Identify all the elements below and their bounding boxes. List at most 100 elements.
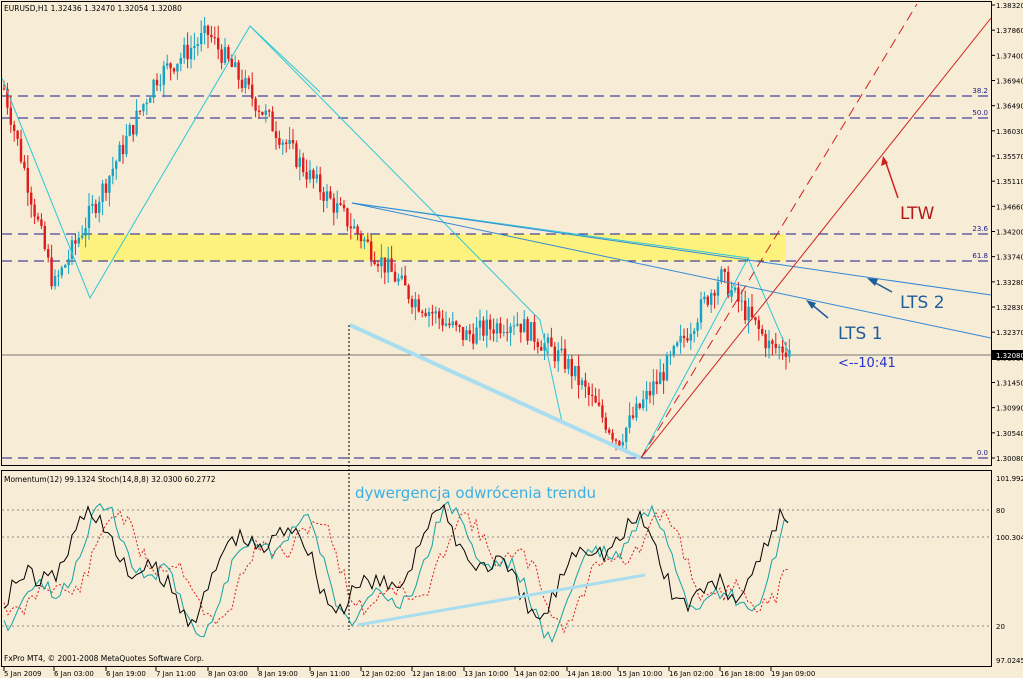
- price-axis-label: 1.30990: [996, 405, 1023, 413]
- price-axis-label: 1.34660: [996, 203, 1023, 211]
- lts1-label: LTS 1: [838, 324, 883, 344]
- candle-body: [557, 350, 560, 362]
- candle-body: [268, 110, 271, 112]
- candle-body: [679, 335, 682, 343]
- candle-body: [380, 257, 383, 267]
- candle-body: [240, 79, 244, 89]
- current-price-label: 1.32080: [996, 352, 1023, 360]
- candle-body: [81, 235, 84, 238]
- candle-body: [138, 110, 142, 112]
- candle-body: [200, 33, 203, 45]
- main-chart-title: EURUSD,H1 1.32436 1.32470 1.32054 1.3208…: [4, 4, 182, 13]
- candle-body: [662, 372, 665, 381]
- candle-body: [710, 292, 713, 305]
- candle-body: [308, 170, 312, 180]
- time-axis-label: 12 Jan 02:00: [361, 670, 405, 678]
- price-axis-label: 1.33740: [996, 254, 1023, 262]
- candle-body: [778, 346, 781, 348]
- candle-body: [227, 47, 230, 59]
- candle-body: [686, 338, 689, 341]
- candle-body: [407, 285, 410, 300]
- candle-body: [696, 322, 699, 331]
- candle-body: [533, 322, 536, 342]
- candle-body: [625, 427, 628, 443]
- candle-body: [417, 299, 420, 312]
- candle-body: [13, 124, 16, 131]
- candle-body: [149, 97, 152, 103]
- candle-body: [584, 380, 587, 387]
- candle-body: [757, 320, 760, 329]
- candle-body: [410, 299, 414, 308]
- candle-body: [563, 348, 567, 369]
- candle-body: [349, 226, 352, 229]
- candle-body: [393, 271, 397, 282]
- time-axis-label: 16 Jan 02:00: [669, 670, 713, 678]
- candle-body: [655, 381, 658, 385]
- candle-body: [121, 144, 125, 155]
- candle-body: [43, 225, 46, 250]
- candle-body: [278, 137, 281, 145]
- candle-body: [492, 329, 495, 334]
- candle-body: [87, 205, 91, 229]
- candle-body: [461, 327, 465, 340]
- time-axis-label: 8 Jan 19:00: [258, 670, 298, 678]
- candle-body: [434, 311, 437, 314]
- candle-body: [359, 233, 363, 242]
- candle-body: [74, 240, 77, 244]
- time-axis-label: 13 Jan 10:00: [464, 670, 508, 678]
- candle-body: [220, 49, 223, 63]
- candle-body: [621, 442, 624, 446]
- candle-body: [774, 343, 777, 348]
- price-axis-label: 1.33280: [996, 279, 1023, 287]
- candle-body: [322, 192, 325, 201]
- candle-body: [506, 332, 509, 334]
- candle-body: [332, 198, 335, 213]
- chart-canvas: 38.2 50.0 23.6 61.8 0.0 LTW LTS 2 LTS 1 …: [0, 0, 1023, 678]
- candle-body: [495, 323, 499, 334]
- candle-body: [346, 208, 349, 227]
- candle-body: [764, 333, 767, 349]
- candle-body: [427, 311, 431, 317]
- candle-body: [635, 403, 638, 418]
- price-axis-label: 1.38320: [996, 2, 1023, 10]
- candle-body: [703, 296, 706, 300]
- candle-body: [519, 323, 522, 333]
- candle-body: [247, 78, 250, 85]
- candle-body: [597, 402, 601, 406]
- candle-body: [672, 345, 675, 355]
- candle-body: [285, 142, 288, 144]
- candle-body: [693, 330, 696, 334]
- candle-body: [387, 258, 390, 273]
- candle-body: [118, 144, 121, 162]
- candle-body: [618, 440, 621, 446]
- candle-body: [580, 380, 584, 386]
- candle-body: [179, 57, 182, 64]
- candle-body: [441, 318, 444, 326]
- time-axis-label: 5 Jan 2009: [4, 670, 42, 678]
- candle-body: [754, 317, 757, 321]
- candle-body: [489, 319, 492, 330]
- candle-body: [574, 365, 577, 377]
- candle-body: [84, 228, 87, 236]
- price-axis-label: 1.36490: [996, 103, 1023, 111]
- candle-body: [614, 439, 618, 441]
- candle-body: [356, 226, 359, 234]
- time-axis-label: 9 Jan 11:00: [310, 670, 350, 678]
- candle-body: [553, 346, 556, 362]
- candle-body: [383, 257, 386, 273]
- candle-body: [36, 216, 40, 220]
- candle-body: [223, 47, 227, 63]
- candle-body: [305, 172, 308, 180]
- candle-body: [57, 275, 60, 277]
- candle-body: [135, 110, 138, 135]
- candle-body: [193, 46, 196, 48]
- candle-body: [183, 44, 186, 58]
- candle-body: [608, 429, 611, 433]
- candle-body: [747, 306, 750, 321]
- candle-body: [665, 355, 669, 381]
- candle-body: [257, 110, 261, 112]
- candle-body: [77, 237, 80, 244]
- candle-body: [421, 311, 424, 313]
- candle-body: [659, 372, 662, 385]
- candle-body: [682, 335, 686, 339]
